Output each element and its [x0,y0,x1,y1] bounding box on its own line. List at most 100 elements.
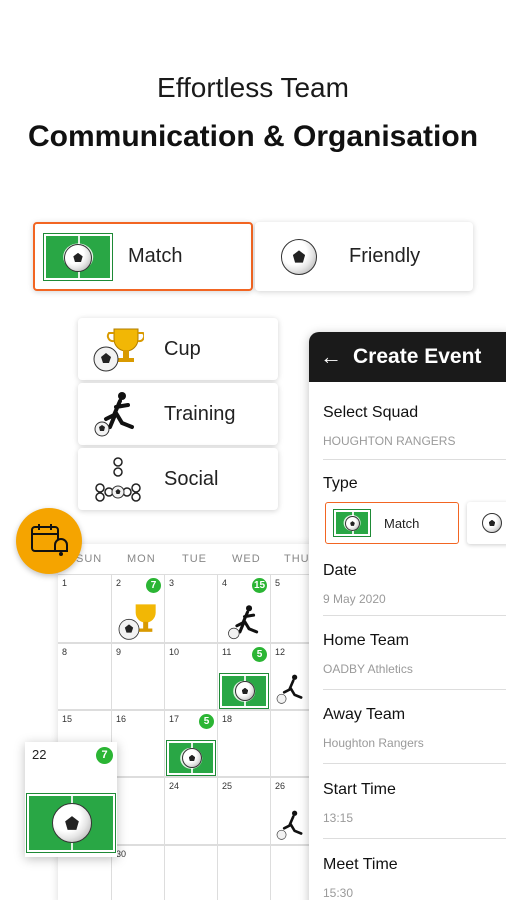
date-number: 26 [275,781,286,791]
meet-time-value: 15:30 [323,886,354,900]
category-cup-card[interactable]: Cup [78,318,278,380]
start-time-field[interactable]: Start Time 13:15 [323,781,506,839]
calendar-alarm-button[interactable] [16,508,82,574]
date-number: 16 [116,714,127,724]
calendar-cell-3[interactable]: 3 [165,574,218,643]
date-number: 10 [169,647,180,657]
football-pitch-icon [43,232,113,281]
calendar-alarm-icon [31,524,68,556]
player-kicking-icon [276,810,303,840]
select-squad-value: HOUGHTON RANGERS [323,434,456,448]
create-event-title: Create Event [353,345,482,368]
away-team-value: Houghton Rangers [323,736,424,750]
trophy-icon [93,328,144,372]
team-group-icon [95,457,141,502]
player-kicking-icon [276,674,303,704]
day-name-mon: MON [127,553,156,565]
zoomed-calendar-day[interactable]: 22 7 [25,742,117,857]
calendar-day-names: SUN MON TUE WED THU [58,544,323,574]
calendar-cell-1[interactable]: 1 [58,574,112,643]
date-number: 5 [275,578,281,588]
headline-line-2: Communication & Organisation [27,120,479,153]
home-team-label: Home Team [323,632,409,649]
start-time-value: 13:15 [323,811,354,825]
date-number: 4 [222,578,228,588]
category-cup-label: Cup [164,337,201,360]
category-social-card[interactable]: Social [78,448,278,510]
football-pitch-icon [333,509,371,537]
event-count-badge: 5 [199,714,214,729]
category-training-label: Training [164,402,236,425]
calendar-cell-4[interactable]: 4 15 [218,574,271,643]
player-kicking-icon [228,605,259,640]
calendar-cell-25[interactable]: 25 [218,777,271,845]
calendar-cell-17[interactable]: 17 5 [165,710,218,777]
calendar-cell-9[interactable]: 9 [112,643,165,710]
back-arrow-icon[interactable]: ← [309,344,353,370]
calendar-cell-10[interactable]: 10 [165,643,218,710]
event-count-badge: 7 [146,578,161,593]
category-social-label: Social [164,467,219,490]
away-team-label: Away Team [323,706,406,723]
calendar-cell-31[interactable] [165,845,218,900]
day-name-wed: WED [232,553,261,565]
start-time-label: Start Time [323,781,396,798]
away-team-field[interactable]: Away Team Houghton Rangers [323,706,506,764]
calendar-cell-8[interactable]: 8 [58,643,112,710]
football-pitch-icon [219,673,269,709]
calendar-cell-16[interactable]: 16 [112,710,165,777]
type-option-match-label: Match [384,515,420,531]
day-name-tue: TUE [182,553,207,565]
calendar-cell-24[interactable]: 24 [165,777,218,845]
select-squad-field[interactable]: Select Squad HOUGHTON RANGERS [323,404,506,460]
calendar-cell-2[interactable]: 2 7 [112,574,165,643]
date-number: 17 [169,714,180,724]
event-type-friendly-label: Friendly [349,245,421,267]
type-option-friendly[interactable] [467,502,506,544]
meet-time-label: Meet Time [323,856,398,873]
create-event-panel: ← Create Event Select Squad HOUGHTON RAN… [309,332,506,900]
football-icon [279,237,319,277]
event-count-badge: 5 [252,647,267,662]
date-number: 2 [116,578,122,588]
zoom-event-count-badge: 7 [96,747,113,764]
trophy-icon [118,604,156,640]
day-name-thu: THU [284,553,310,565]
category-training-card[interactable]: Training [78,383,278,445]
date-number: 1 [62,578,68,588]
zoom-date-number: 22 [32,747,47,762]
headline-line-1: Effortless Team [157,72,349,103]
calendar-cell-30[interactable]: 30 [112,845,165,900]
date-value: 9 May 2020 [323,592,386,606]
date-number: 3 [169,578,175,588]
event-count-badge: 15 [252,578,267,593]
type-label: Type [323,475,358,492]
event-type-match-label: Match [128,245,183,267]
date-number: 30 [116,849,127,859]
calendar-cell-empty-1 [218,845,271,900]
select-squad-label: Select Squad [323,404,419,421]
calendar-cell-23[interactable] [112,777,165,845]
date-number: 15 [62,714,73,724]
type-option-match[interactable]: Match [325,502,459,544]
home-team-value: OADBY Athletics [323,662,413,676]
football-pitch-icon [166,740,216,776]
calendar-cell-18[interactable]: 18 [218,710,271,777]
day-name-sun: SUN [76,553,103,565]
meet-time-field[interactable]: Meet Time 15:30 [323,856,506,900]
player-kicking-icon [94,392,134,437]
date-number: 25 [222,781,233,791]
create-event-header: ← Create Event [309,332,506,382]
date-number: 12 [275,647,286,657]
date-number: 18 [222,714,233,724]
calendar-cell-11[interactable]: 11 5 [218,643,271,710]
home-team-field[interactable]: Home Team OADBY Athletics [323,632,506,690]
date-field[interactable]: Date 9 May 2020 [323,562,506,616]
football-pitch-icon [26,793,116,853]
event-type-friendly-card[interactable]: Friendly [255,222,473,291]
football-icon [482,513,502,533]
date-number: 11 [222,647,232,657]
date-number: 24 [169,781,180,791]
event-type-match-card[interactable]: Match [33,222,253,291]
date-number: 8 [62,647,68,657]
